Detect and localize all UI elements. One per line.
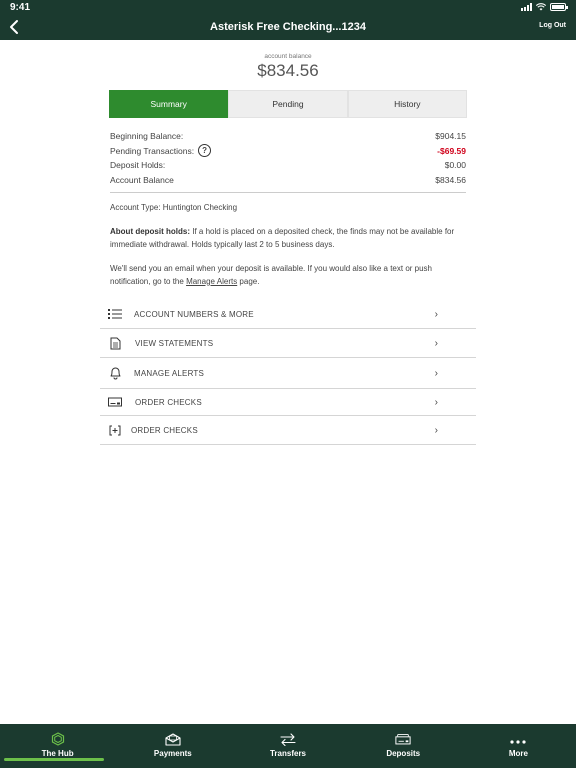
logout-button[interactable]: Log Out	[539, 22, 566, 29]
transfer-arrows-icon	[280, 732, 296, 746]
chevron-right-icon: ›	[434, 367, 438, 379]
chevron-right-icon: ›	[434, 424, 438, 436]
menu-item-label: ACCOUNT NUMBERS & MORE	[134, 309, 254, 319]
tab-history[interactable]: History	[347, 90, 467, 118]
summary-row-account: Account Balance $834.56	[110, 173, 466, 188]
email-note-text-end: page.	[237, 276, 260, 286]
summary-row-beginning: Beginning Balance: $904.15	[110, 129, 466, 144]
bracket-plus-icon	[108, 423, 122, 437]
account-balance-value: $834.56	[435, 174, 466, 185]
account-balance-label: Account Balance	[110, 174, 174, 185]
deposit-holds-label: Deposit Holds:	[110, 160, 166, 171]
active-tab-indicator	[4, 758, 104, 761]
menu-item-label: VIEW STATEMENTS	[135, 338, 214, 348]
nav-deposits[interactable]: Deposits	[346, 724, 461, 768]
tab-summary[interactable]: Summary	[109, 90, 229, 118]
pending-transactions-label: Pending Transactions:	[110, 145, 195, 156]
menu-item-label: MANAGE ALERTS	[134, 368, 205, 378]
deposit-holds-value: $0.00	[444, 160, 466, 171]
cellular-signal-icon	[521, 3, 532, 11]
account-type: Account Type: Huntington Checking	[110, 203, 238, 212]
deposit-check-icon	[395, 732, 411, 746]
check-icon	[108, 395, 122, 409]
battery-icon	[550, 3, 568, 11]
deposit-holds-info: About deposit holds: If a hold is placed…	[110, 226, 466, 251]
page-title: Asterisk Free Checking...1234	[210, 21, 366, 33]
chevron-right-icon: ›	[434, 308, 438, 320]
hexagon-icon	[50, 732, 66, 746]
nav-label: More	[508, 749, 528, 758]
app-header: 9:41 Asterisk Free Checking...1234 Log O…	[0, 0, 576, 40]
menu-item-order-checks-2[interactable]: ORDER CHECKS ›	[100, 416, 476, 445]
pending-transactions-value: -$69.59	[437, 145, 466, 156]
wifi-icon	[536, 3, 546, 11]
status-time: 9:41	[10, 2, 31, 13]
account-tabs: Summary Pending History	[109, 90, 467, 118]
beginning-balance-label: Beginning Balance:	[110, 131, 184, 142]
nav-label: Deposits	[386, 749, 421, 758]
manage-alerts-link[interactable]: Manage Alerts	[186, 277, 237, 286]
help-question-icon[interactable]: ?	[198, 144, 212, 158]
summary-row-holds: Deposit Holds: $0.00	[110, 158, 466, 173]
menu-item-view-statements[interactable]: VIEW STATEMENTS ›	[100, 329, 476, 358]
beginning-balance-value: $904.15	[435, 131, 466, 142]
status-icons	[521, 3, 568, 11]
document-icon	[108, 336, 122, 350]
nav-the-hub[interactable]: The Hub	[0, 724, 115, 768]
summary-row-pending: Pending Transactions: ? -$69.59	[110, 144, 466, 159]
balance-summary: Beginning Balance: $904.15 Pending Trans…	[110, 129, 466, 187]
bell-icon	[108, 366, 122, 380]
nav-label: Transfers	[269, 749, 307, 758]
deposit-holds-heading: About deposit holds:	[110, 227, 190, 236]
list-icon	[108, 307, 122, 321]
menu-item-account-numbers[interactable]: ACCOUNT NUMBERS & MORE ›	[100, 300, 476, 329]
nav-label: The Hub	[41, 749, 74, 758]
more-dots-icon	[510, 732, 527, 746]
nav-label: Payments	[153, 749, 192, 758]
nav-transfers[interactable]: Transfers	[230, 724, 345, 768]
nav-more[interactable]: More	[461, 724, 576, 768]
menu-item-order-checks[interactable]: ORDER CHECKS ›	[100, 389, 476, 416]
bottom-navigation: The Hub Payments Transfers Deposits More	[0, 724, 576, 768]
email-note-text: We'll send you an email when your deposi…	[110, 264, 432, 286]
nav-payments[interactable]: Payments	[115, 724, 230, 768]
account-actions-list: ACCOUNT NUMBERS & MORE › VIEW STATEMENTS…	[100, 300, 476, 445]
menu-item-label: ORDER CHECKS	[135, 397, 202, 407]
chevron-right-icon: ›	[434, 396, 438, 408]
tab-pending[interactable]: Pending	[228, 90, 348, 118]
email-notification-note: We'll send you an email when your deposi…	[110, 263, 466, 288]
balance-label: account balance	[264, 53, 312, 60]
divider	[110, 192, 466, 193]
chevron-right-icon: ›	[434, 337, 438, 349]
menu-item-manage-alerts[interactable]: MANAGE ALERTS ›	[100, 358, 476, 389]
envelope-icon	[165, 732, 181, 746]
menu-item-label: ORDER CHECKS	[131, 425, 198, 435]
balance-value: $834.56	[257, 61, 319, 80]
